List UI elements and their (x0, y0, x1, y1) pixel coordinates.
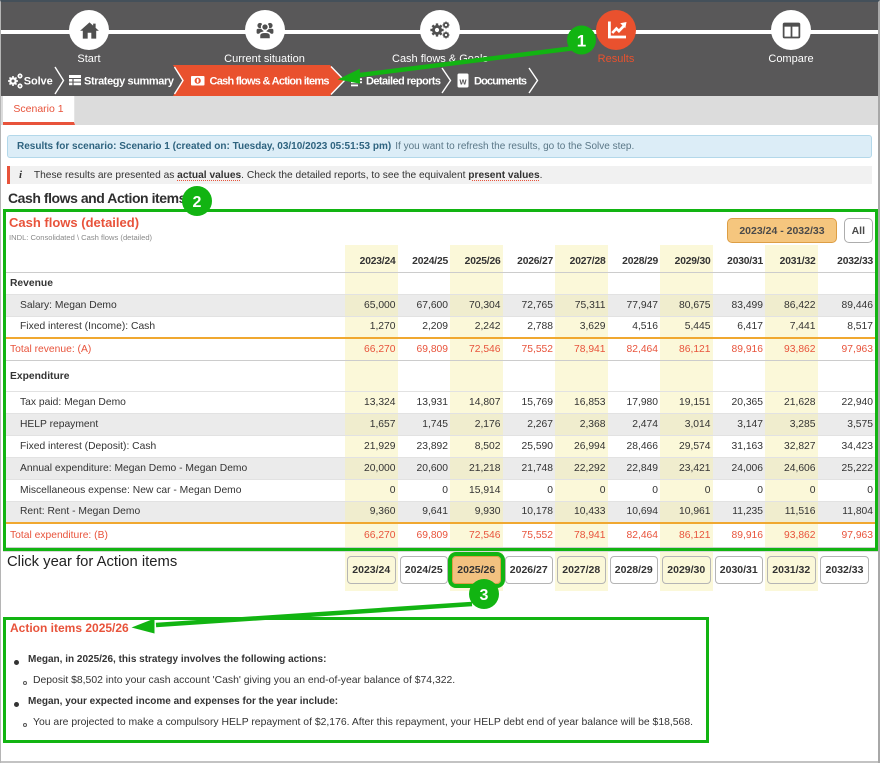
svg-text:w: w (458, 77, 467, 87)
svg-text:Solve: Solve (24, 76, 53, 88)
svg-text:Strategy summary: Strategy summary (84, 76, 175, 88)
svg-text:Documents: Documents (474, 76, 527, 88)
svg-text:Detailed reports: Detailed reports (366, 76, 441, 88)
svg-text:Cash flows & Action items: Cash flows & Action items (210, 76, 330, 88)
